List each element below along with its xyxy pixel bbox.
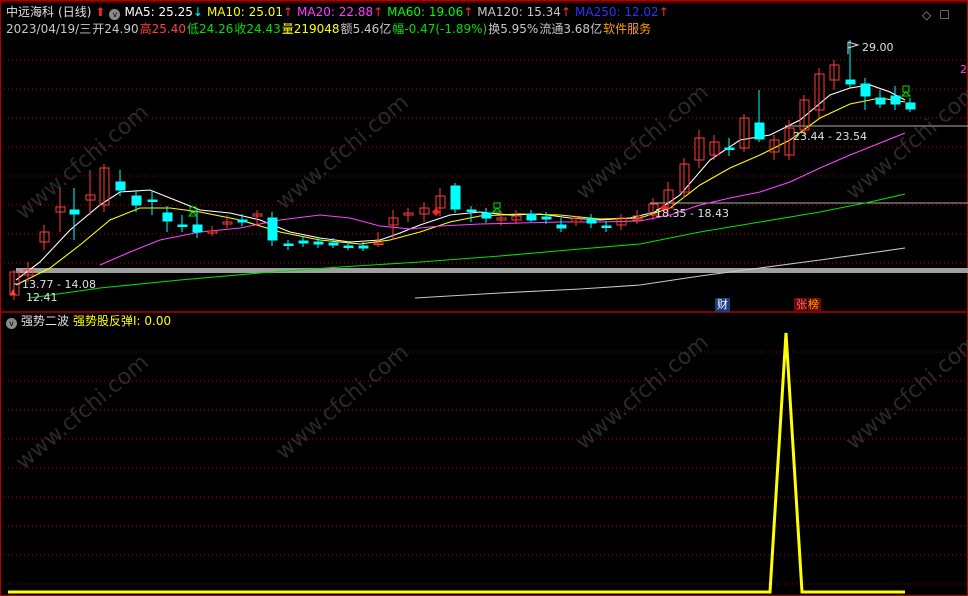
candle-body — [845, 79, 856, 85]
candle-body — [358, 245, 369, 249]
indicator-settings-icon[interactable]: v — [6, 318, 17, 329]
buy-signal-icon — [10, 289, 16, 295]
support-band — [16, 268, 968, 273]
sell-arrow-icon — [900, 85, 912, 97]
close-value: 24.43 — [246, 22, 281, 36]
window-controls: ◇☐ — [922, 8, 958, 22]
ma10-label: MA10: 25.01 — [206, 5, 283, 19]
buy-signal-icon — [432, 208, 440, 216]
stock-name[interactable]: 中远海科 — [6, 5, 54, 19]
range-label-2: 18.35 - 18.43 — [655, 207, 729, 220]
right-edge-label: 2 — [960, 63, 967, 76]
amount-value: 5.46亿 — [352, 22, 392, 36]
candle-body — [724, 147, 735, 150]
settings-circle-icon[interactable]: v — [109, 9, 121, 20]
ma250-arrow-icon: ↑ — [658, 5, 669, 19]
candle-body — [526, 213, 537, 221]
finance-badge[interactable]: 财 — [715, 298, 730, 312]
candle-body — [541, 216, 552, 220]
candle-body — [192, 224, 203, 233]
candle-body — [298, 240, 309, 244]
menu-icon[interactable]: ☐ — [939, 8, 958, 22]
volume-label: 量 — [281, 22, 294, 36]
chart-canvas[interactable] — [0, 0, 968, 596]
ma60-arrow-icon: ↑ — [463, 5, 474, 19]
low-mark-label: 12.41 — [26, 291, 58, 304]
float-label: 流通 — [539, 22, 564, 36]
candle-body — [556, 224, 567, 229]
candle-body — [601, 225, 612, 228]
candle-body — [905, 102, 916, 110]
high-value: 25.40 — [151, 22, 186, 36]
amount-label: 额 — [340, 22, 353, 36]
sell-arrow-icon — [491, 202, 503, 213]
ma120-label: MA120: 15.34 — [477, 5, 561, 19]
sector-label[interactable]: 软件服务 — [603, 22, 651, 36]
open-value: 24.90 — [104, 22, 139, 36]
close-label: 收 — [234, 22, 247, 36]
open-label: 开 — [92, 22, 105, 36]
candle-body — [450, 185, 461, 210]
candle-body — [875, 97, 886, 105]
ma250-label: MA250: 12.02 — [575, 5, 659, 19]
candle-body — [131, 195, 142, 206]
ma60-label: MA60: 19.06 — [387, 5, 464, 19]
volume-value: 219048 — [293, 22, 340, 36]
high-mark-label: 29.00 — [862, 41, 894, 54]
period-label[interactable]: (日线) — [58, 5, 91, 19]
quote-line: 2023/04/19/三开24.90高25.40低24.26收24.43量219… — [6, 21, 655, 37]
indicator-name[interactable]: 强势二波 — [21, 314, 69, 328]
indicator-series-label: 强势股反弹I: 0.00 — [73, 314, 172, 328]
change-label: 幅 — [392, 22, 405, 36]
ma20-label: MA20: 22.88 — [297, 5, 374, 19]
indicator-legend: v 强势二波 强势股反弹I: 0.00 — [6, 313, 175, 329]
candle-body — [343, 245, 354, 248]
candle-body — [860, 83, 871, 97]
ma5-label: MA5: 25.25 — [124, 5, 193, 19]
candle-body — [69, 209, 80, 215]
candle-body — [586, 218, 597, 224]
sell-arrow-icon — [187, 206, 199, 217]
range-label-3: 13.77 - 14.08 — [22, 278, 96, 291]
turnover-value: 5.95% — [500, 22, 539, 36]
chart-frame — [0, 0, 968, 596]
candle-body — [313, 241, 324, 245]
candle-body — [283, 243, 294, 246]
candle-body — [890, 95, 901, 105]
high-label: 高 — [139, 22, 152, 36]
change-value: -0.47(-1.89%) — [404, 22, 488, 36]
candle-body — [466, 209, 477, 212]
ma-legend: 中远海科 (日线) ⬆ v MA5: 25.25↓ MA10: 25.01↑ MA20: 2… — [6, 4, 673, 20]
ma-line-2 — [99, 132, 906, 266]
candle-body — [481, 212, 492, 219]
candle-body — [267, 217, 278, 241]
ma5-arrow-icon: ↓ — [192, 5, 203, 19]
low-value: 24.26 — [198, 22, 234, 36]
range-label-1: 23.44 - 23.54 — [793, 130, 867, 143]
quote-date: 2023/04/19/三 — [6, 22, 92, 36]
candle-body — [177, 224, 188, 227]
diamond-icon[interactable]: ◇ — [922, 8, 939, 22]
ma20-arrow-icon: ↑ — [373, 5, 384, 19]
ma10-arrow-icon: ↑ — [282, 5, 294, 19]
candle-body — [115, 181, 126, 191]
up-arrow-icon: ⬆ — [95, 5, 106, 19]
ma120-arrow-icon: ↑ — [560, 5, 572, 19]
limit-badge-zhang[interactable]: 张 — [794, 298, 807, 312]
candle-body — [162, 212, 173, 222]
candle-body — [754, 122, 765, 140]
low-label: 低 — [186, 22, 199, 36]
float-value: 3.68亿 — [563, 22, 603, 36]
turnover-label: 换 — [488, 22, 501, 36]
limit-badge-bang[interactable]: 榜 — [808, 298, 821, 312]
candle-body — [147, 199, 158, 202]
candle-body — [328, 242, 339, 246]
candle-body — [237, 219, 248, 223]
